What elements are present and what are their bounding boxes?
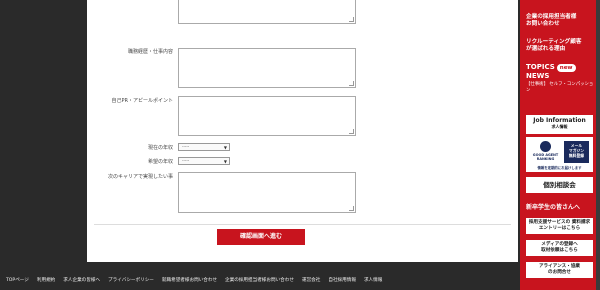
form-panel: 職務経歴・仕事内容 自己PR・アピールポイント 現在の年収 ----- ▼ 希望… xyxy=(87,0,518,262)
sidebar: 企業の採用担当者様 お問い合わせ リクルーティング顧客 が選ばれる理由 TOPI… xyxy=(520,0,600,290)
chevron-down-icon: ▼ xyxy=(223,145,227,150)
pr-label: 自己PR・アピールポイント xyxy=(111,98,174,104)
footer-link-companies[interactable]: 求人企業の皆様へ xyxy=(63,277,100,283)
recruiting-heading[interactable]: リクルーティング顧客 が選ばれる理由 xyxy=(526,39,596,53)
mail-magazine-badge: メール マガジン 無料登録 xyxy=(564,141,589,163)
good-agent-title: GOOD AGENT RANKING xyxy=(532,153,559,161)
topics-title: TOPICS xyxy=(526,63,555,71)
chevron-down-icon: ▼ xyxy=(223,159,227,164)
textarea-previous[interactable] xyxy=(178,0,356,24)
footer-link-privacy[interactable]: プライバシーポリシー xyxy=(108,277,154,283)
footer-link-recruit[interactable]: 自社採用情報 xyxy=(328,277,356,283)
footer-link-top[interactable]: TOPページ xyxy=(6,277,29,283)
job-info-sub: 求人情報 xyxy=(551,124,568,129)
alliance-button[interactable]: アライアンス・協業 のお問合せ xyxy=(526,262,593,278)
scrollbar[interactable] xyxy=(596,0,600,290)
select-value: ----- xyxy=(182,144,190,149)
future-career-textarea[interactable] xyxy=(178,172,356,213)
resize-grip[interactable] xyxy=(349,17,354,22)
footer-link-terms[interactable]: 利用規約 xyxy=(37,277,55,283)
future-career-label: 次のキャリアで実現したい事 xyxy=(107,174,173,180)
good-agent-note: 情報を定期的にお届けします xyxy=(537,166,582,170)
footer-link-jobseeker-contact[interactable]: 就職希望者様お問い合わせ xyxy=(162,277,217,283)
new-grad-heading[interactable]: 新卒学生の皆さんへ xyxy=(526,204,596,211)
consultation-button[interactable]: 個別相談会 xyxy=(526,177,593,193)
new-badge: new xyxy=(556,64,576,72)
resize-grip[interactable] xyxy=(349,81,354,86)
select-value: ----- xyxy=(182,158,190,163)
resize-grip[interactable] xyxy=(349,206,354,211)
job-info-button[interactable]: Job Information 求人情報 xyxy=(526,115,593,134)
job-info-title: Job Information xyxy=(533,117,586,124)
divider xyxy=(94,224,511,225)
company-contact-heading[interactable]: 企業の採用担当者様 お問い合わせ xyxy=(526,14,596,28)
desired-salary-label: 希望の年収 xyxy=(147,159,173,165)
good-agent-banner[interactable]: GOOD AGENT RANKING メール マガジン 無料登録 情報を定期的に… xyxy=(526,137,593,172)
footer-link-operator[interactable]: 運営会社 xyxy=(302,277,320,283)
media-button[interactable]: メディアの登録へ 取材依頼はこちら xyxy=(526,240,593,256)
topics-heading[interactable]: TOPICS new NEWS xyxy=(526,63,596,81)
topics-link[interactable]: 【仕事術】 セルフ・コンパッション xyxy=(526,82,596,94)
current-salary-select[interactable]: ----- ▼ xyxy=(178,143,230,151)
good-agent-icon xyxy=(540,141,551,152)
support-service-button[interactable]: 採用支援サービスの 資料請求 エントリーはこちら xyxy=(526,218,593,234)
confirm-button[interactable]: 確認画面へ進む xyxy=(217,229,305,245)
pr-textarea[interactable] xyxy=(178,96,356,136)
current-salary-label: 現在の年収 xyxy=(147,145,173,151)
good-agent-logo: GOOD AGENT RANKING xyxy=(529,141,562,163)
career-label: 職務経歴・仕事内容 xyxy=(127,49,173,55)
footer-link-jobs[interactable]: 求人情報 xyxy=(364,277,382,283)
career-textarea[interactable] xyxy=(178,48,356,88)
news-title: NEWS xyxy=(526,72,550,80)
footer-link-company-contact[interactable]: 企業の採用担当者様お問い合わせ xyxy=(225,277,294,283)
footer-nav: TOPページ 利用規約 求人企業の皆様へ プライバシーポリシー 就職希望者様お問… xyxy=(0,274,520,286)
desired-salary-select[interactable]: ----- ▼ xyxy=(178,157,230,165)
resize-grip[interactable] xyxy=(349,129,354,134)
